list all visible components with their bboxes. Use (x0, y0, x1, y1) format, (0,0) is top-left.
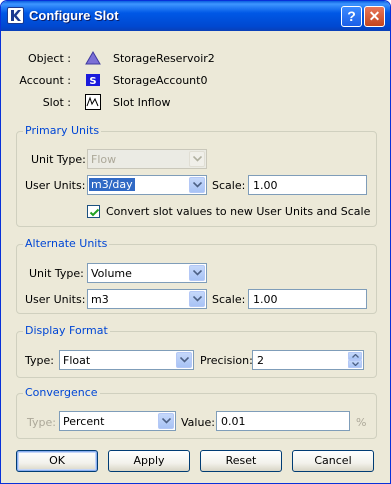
primary-units-group: Primary Units Unit Type: Flow User Units… (16, 124, 377, 227)
help-icon: ? (347, 8, 356, 24)
reset-button[interactable]: Reset (200, 450, 282, 472)
primary-user-units-label: User Units: (25, 179, 86, 192)
apply-button[interactable]: Apply (108, 450, 190, 472)
slot-row: Slot : Slot Inflow (1, 94, 390, 112)
primary-units-title: Primary Units (23, 124, 102, 137)
display-format-group: Display Format Type: Float Precision: 2 (16, 324, 377, 378)
object-value: StorageReservoir2 (113, 52, 215, 65)
primary-scale-label: Scale: (212, 179, 246, 192)
alternate-user-units-select[interactable]: m3 (87, 289, 207, 309)
convergence-value-input[interactable]: 0.01 (216, 411, 350, 431)
convergence-value-label: Value: (181, 416, 215, 429)
alternate-user-units-value: m3 (91, 293, 109, 306)
convergence-group: Convergence Type: Percent Value: 0.01 % (16, 386, 377, 439)
chevron-down-icon[interactable] (176, 352, 192, 368)
close-button[interactable]: ✕ (364, 6, 385, 27)
convergence-value: 0.01 (221, 415, 246, 428)
percent-unit-label: % (356, 416, 367, 429)
help-button[interactable]: ? (341, 6, 362, 27)
precision-spinner[interactable]: 2 (252, 350, 364, 370)
svg-text:S: S (89, 76, 96, 87)
close-icon: ✕ (368, 8, 381, 24)
convert-values-label: Convert slot values to new User Units an… (106, 205, 371, 218)
ok-button[interactable]: OK (16, 450, 98, 472)
alternate-unit-type-value: Volume (91, 267, 132, 280)
display-type-value: Float (63, 354, 91, 367)
alternate-unit-type-label: Unit Type: (29, 267, 84, 280)
object-row: Object : StorageReservoir2 (1, 50, 390, 68)
precision-value: 2 (257, 354, 264, 367)
alternate-user-units-label: User Units: (25, 293, 86, 306)
chevron-down-icon[interactable] (189, 177, 205, 193)
display-format-title: Display Format (23, 324, 110, 337)
convergence-title: Convergence (23, 386, 100, 399)
primary-user-units-value: m3/day (89, 178, 135, 191)
series-slot-icon (85, 94, 101, 110)
object-label: Object : (27, 52, 71, 65)
chevron-down-icon[interactable] (158, 413, 174, 429)
primary-scale-input[interactable]: 1.00 (248, 175, 367, 195)
display-type-select[interactable]: Float (59, 350, 194, 370)
alternate-scale-label: Scale: (212, 293, 246, 306)
slot-value: Slot Inflow (113, 96, 171, 109)
convergence-type-label: Type: (27, 416, 56, 429)
title-bar[interactable]: Configure Slot ? ✕ (1, 1, 390, 31)
alternate-units-title: Alternate Units (23, 237, 110, 250)
precision-label: Precision: (200, 354, 253, 367)
convert-values-checkbox[interactable] (87, 205, 100, 218)
storage-account-icon: S (85, 72, 101, 88)
alternate-unit-type-select[interactable]: Volume (87, 263, 207, 283)
convergence-type-value: Percent (63, 415, 105, 428)
chevron-down-icon[interactable] (189, 291, 205, 307)
primary-user-units-select[interactable]: m3/day (87, 175, 207, 195)
account-row: Account : S StorageAccount0 (1, 72, 390, 90)
cancel-button[interactable]: Cancel (292, 450, 374, 472)
spin-down-arrow-icon[interactable] (348, 360, 362, 368)
chevron-down-icon[interactable] (189, 265, 205, 281)
window-title: Configure Slot (29, 8, 119, 23)
display-type-label: Type: (25, 354, 54, 367)
alternate-scale-value: 1.00 (253, 293, 278, 306)
chevron-down-icon (189, 151, 205, 167)
slot-label: Slot : (42, 96, 71, 109)
alternate-units-group: Alternate Units Unit Type: Volume User U… (16, 237, 377, 314)
primary-unit-type-value: Flow (91, 153, 117, 166)
app-logo-icon (7, 7, 24, 24)
primary-unit-type-select: Flow (87, 149, 207, 169)
convergence-type-select[interactable]: Percent (59, 411, 176, 431)
spin-up-arrow-icon[interactable] (348, 352, 362, 360)
reservoir-triangle-icon (85, 50, 101, 66)
alternate-scale-input[interactable]: 1.00 (248, 289, 367, 309)
account-value: StorageAccount0 (113, 74, 208, 87)
configure-slot-dialog: Configure Slot ? ✕ Object : StorageReser… (0, 0, 391, 484)
primary-unit-type-label: Unit Type: (31, 153, 86, 166)
primary-scale-value: 1.00 (253, 179, 278, 192)
account-label: Account : (19, 74, 71, 87)
